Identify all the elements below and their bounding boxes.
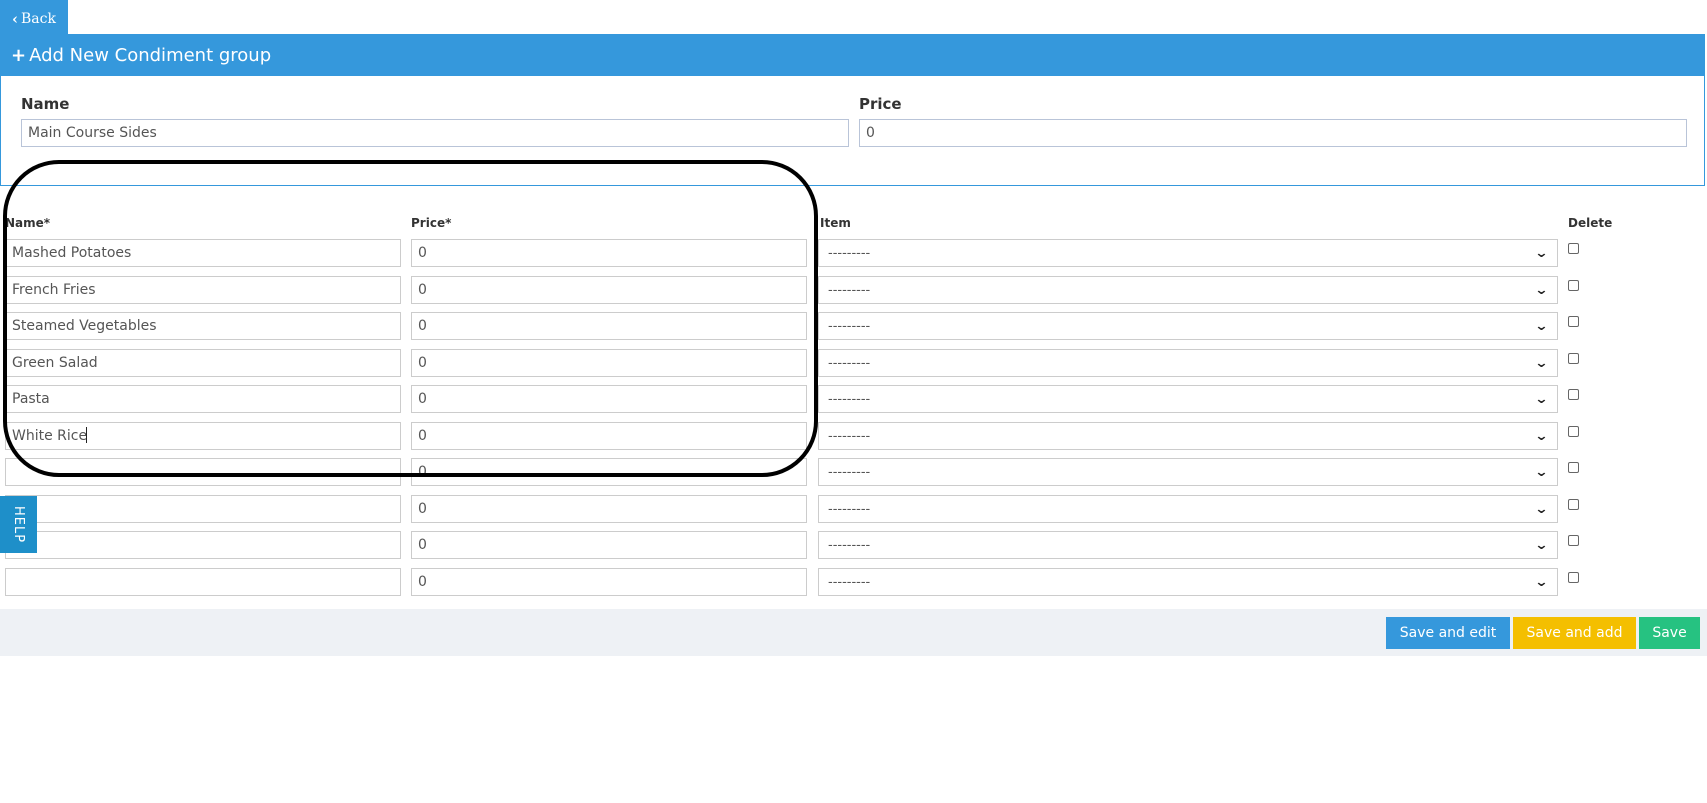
save-and-edit-button[interactable]: Save and edit (1386, 617, 1510, 649)
name-label: Name (21, 95, 70, 113)
save-and-add-button[interactable]: Save and add (1513, 617, 1636, 649)
row-item-select-value: --------- (828, 355, 871, 371)
chevron-down-icon: ⌄ (1534, 245, 1549, 261)
row-price-input[interactable] (411, 239, 807, 267)
row-name-input[interactable] (5, 349, 401, 377)
row-delete-checkbox[interactable] (1568, 572, 1579, 583)
row-item-select[interactable]: --------- ⌄ (818, 568, 1558, 596)
chevron-down-icon: ⌄ (1534, 391, 1549, 407)
row-item-select[interactable]: --------- ⌄ (818, 276, 1558, 304)
row-name-input[interactable] (5, 422, 401, 450)
row-delete-checkbox[interactable] (1568, 499, 1579, 510)
help-tab[interactable]: HELP (0, 496, 37, 553)
row-item-select[interactable]: --------- ⌄ (818, 458, 1558, 486)
row-name-input[interactable] (5, 312, 401, 340)
row-item-select-value: --------- (828, 501, 871, 517)
chevron-down-icon: ⌄ (1534, 574, 1549, 590)
column-header-item: Item (820, 216, 851, 230)
row-price-input[interactable] (411, 349, 807, 377)
chevron-down-icon: ⌄ (1534, 428, 1549, 444)
row-item-select-value: --------- (828, 245, 871, 261)
row-name-input[interactable] (5, 276, 401, 304)
price-label: Price (859, 95, 902, 113)
row-delete-checkbox[interactable] (1568, 426, 1579, 437)
row-name-input[interactable] (5, 239, 401, 267)
row-item-select-value: --------- (828, 318, 871, 334)
row-delete-checkbox[interactable] (1568, 243, 1579, 254)
text-cursor (86, 427, 87, 443)
plus-icon: + (11, 45, 27, 66)
row-item-select[interactable]: --------- ⌄ (818, 312, 1558, 340)
column-header-price: Price* (411, 216, 452, 230)
help-label: HELP (11, 505, 26, 544)
row-price-input[interactable] (411, 458, 807, 486)
panel-header: + Add New Condiment group (1, 35, 1704, 76)
row-item-select[interactable]: --------- ⌄ (818, 495, 1558, 523)
row-price-input[interactable] (411, 385, 807, 413)
save-button[interactable]: Save (1639, 617, 1700, 649)
row-item-select-value: --------- (828, 391, 871, 407)
row-price-input[interactable] (411, 531, 807, 559)
chevron-down-icon: ⌄ (1534, 318, 1549, 334)
group-price-input[interactable] (859, 119, 1687, 147)
row-item-select[interactable]: --------- ⌄ (818, 239, 1558, 267)
row-price-input[interactable] (411, 568, 807, 596)
column-header-name: Name* (5, 216, 51, 230)
row-item-select[interactable]: --------- ⌄ (818, 349, 1558, 377)
row-item-select-value: --------- (828, 537, 871, 553)
chevron-left-icon: ‹ (12, 9, 19, 28)
row-item-select[interactable]: --------- ⌄ (818, 422, 1558, 450)
row-item-select[interactable]: --------- ⌄ (818, 385, 1558, 413)
condiment-group-panel: + Add New Condiment group Name Price (0, 34, 1705, 186)
row-price-input[interactable] (411, 276, 807, 304)
row-item-select[interactable]: --------- ⌄ (818, 531, 1558, 559)
row-price-input[interactable] (411, 422, 807, 450)
row-item-select-value: --------- (828, 282, 871, 298)
chevron-down-icon: ⌄ (1534, 537, 1549, 553)
chevron-down-icon: ⌄ (1534, 355, 1549, 371)
row-delete-checkbox[interactable] (1568, 389, 1579, 400)
row-name-input[interactable] (5, 568, 401, 596)
chevron-down-icon: ⌄ (1534, 501, 1549, 517)
chevron-down-icon: ⌄ (1534, 464, 1549, 480)
row-delete-checkbox[interactable] (1568, 316, 1579, 327)
chevron-down-icon: ⌄ (1534, 282, 1549, 298)
row-item-select-value: --------- (828, 428, 871, 444)
group-name-input[interactable] (21, 119, 849, 147)
page-title: Add New Condiment group (29, 45, 272, 66)
row-price-input[interactable] (411, 312, 807, 340)
row-delete-checkbox[interactable] (1568, 462, 1579, 473)
row-name-input[interactable] (5, 458, 401, 486)
column-header-delete: Delete (1568, 216, 1613, 230)
row-delete-checkbox[interactable] (1568, 353, 1579, 364)
row-name-input[interactable] (5, 531, 401, 559)
row-delete-checkbox[interactable] (1568, 535, 1579, 546)
row-delete-checkbox[interactable] (1568, 280, 1579, 291)
back-button[interactable]: ‹ Back (0, 0, 68, 34)
row-name-input[interactable] (5, 495, 401, 523)
back-button-label: Back (21, 10, 56, 27)
row-item-select-value: --------- (828, 574, 871, 590)
row-item-select-value: --------- (828, 464, 871, 480)
row-name-input[interactable] (5, 385, 401, 413)
row-price-input[interactable] (411, 495, 807, 523)
